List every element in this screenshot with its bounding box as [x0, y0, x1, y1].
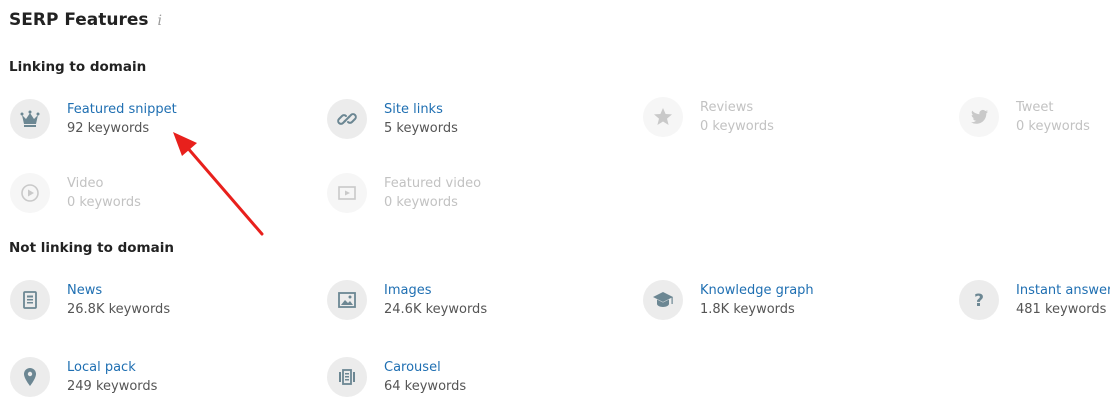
- feature-tweet: Tweet 0 keywords: [959, 97, 1090, 137]
- feature-name[interactable]: Local pack: [67, 358, 157, 377]
- graduation-cap-icon: [643, 280, 683, 320]
- feature-name[interactable]: Knowledge graph: [700, 281, 814, 300]
- feature-featured-snippet[interactable]: Featured snippet 92 keywords: [10, 99, 177, 139]
- feature-name[interactable]: News: [67, 281, 170, 300]
- link-icon: [327, 99, 367, 139]
- feature-local-pack[interactable]: Local pack 249 keywords: [10, 357, 157, 397]
- news-icon: [10, 280, 50, 320]
- feature-featured-video: Featured video 0 keywords: [327, 173, 481, 213]
- page-title: SERP Features i: [9, 10, 162, 30]
- image-icon: [327, 280, 367, 320]
- feature-name[interactable]: Site links: [384, 100, 458, 119]
- info-icon[interactable]: i: [158, 13, 162, 29]
- feature-news[interactable]: News 26.8K keywords: [10, 280, 170, 320]
- star-icon: [643, 97, 683, 137]
- feature-name[interactable]: Images: [384, 281, 487, 300]
- feature-carousel[interactable]: Carousel 64 keywords: [327, 357, 466, 397]
- feature-name: Featured video: [384, 176, 482, 191]
- feature-name: Tweet: [1016, 100, 1054, 115]
- feature-count: 64 keywords: [384, 379, 467, 394]
- feature-count: 0 keywords: [1016, 119, 1090, 134]
- feature-name[interactable]: Featured snippet: [67, 100, 177, 119]
- feature-count: 0 keywords: [700, 119, 774, 134]
- svg-text:?: ?: [974, 291, 984, 311]
- feature-count: 5 keywords: [384, 121, 458, 136]
- feature-name: Video: [67, 176, 104, 191]
- feature-count: 1.8K keywords: [700, 302, 795, 317]
- feature-count: 0 keywords: [67, 195, 141, 210]
- feature-knowledge-graph[interactable]: Knowledge graph 1.8K keywords: [643, 280, 814, 320]
- feature-video: Video 0 keywords: [10, 173, 141, 213]
- feature-name[interactable]: Instant answer: [1016, 281, 1110, 300]
- feature-reviews: Reviews 0 keywords: [643, 97, 774, 137]
- twitter-icon: [959, 97, 999, 137]
- carousel-icon: [327, 357, 367, 397]
- feature-name: Reviews: [700, 100, 754, 115]
- map-pin-icon: [10, 357, 50, 397]
- feature-count: 92 keywords: [67, 121, 150, 136]
- crown-icon: [10, 99, 50, 139]
- title-text: SERP Features: [9, 10, 149, 30]
- feature-images[interactable]: Images 24.6K keywords: [327, 280, 487, 320]
- video-frame-icon: [327, 173, 367, 213]
- feature-count: 0 keywords: [384, 195, 458, 210]
- feature-count: 24.6K keywords: [384, 302, 488, 317]
- feature-count: 481 keywords: [1016, 302, 1107, 317]
- feature-site-links[interactable]: Site links 5 keywords: [327, 99, 458, 139]
- play-circle-icon: [10, 173, 50, 213]
- section-heading-linking: Linking to domain: [9, 59, 147, 75]
- feature-count: 26.8K keywords: [67, 302, 171, 317]
- section-heading-not-linking: Not linking to domain: [9, 240, 174, 256]
- question-icon: ?: [959, 280, 999, 320]
- feature-count: 249 keywords: [67, 379, 158, 394]
- feature-instant-answer[interactable]: ? Instant answer 481 keywords: [959, 280, 1110, 320]
- annotation-arrow: [173, 132, 264, 236]
- feature-name[interactable]: Carousel: [384, 358, 466, 377]
